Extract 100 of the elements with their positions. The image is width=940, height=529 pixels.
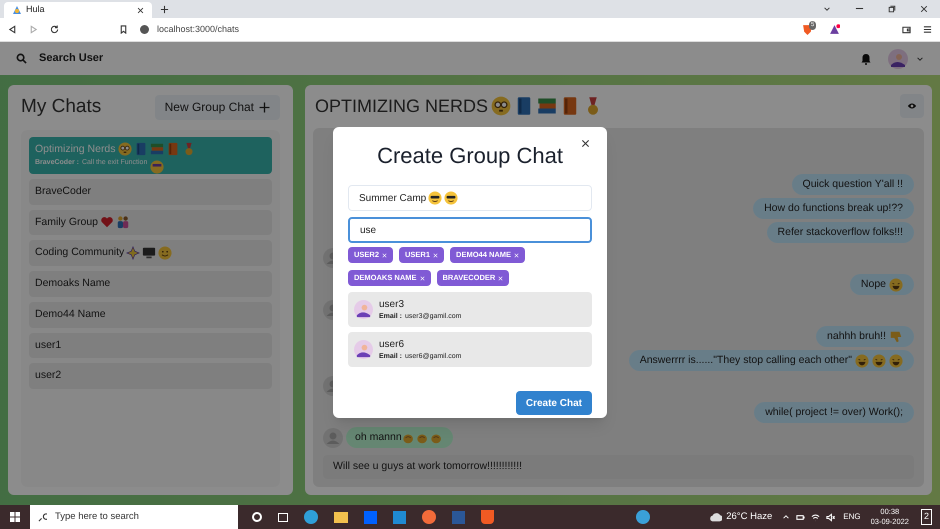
search-user-button[interactable]: Search User [39,50,104,67]
chat-name: Family Group [35,214,98,230]
browser-tab[interactable]: Hula [4,2,152,18]
chat-name: BraveCoder [35,184,92,199]
books-icon [150,142,164,156]
face-icon [158,246,172,260]
url-text: localhost:3000/chats [157,22,240,36]
face-icon [855,354,869,368]
bird-logo-icon [12,5,22,15]
create-chat-button[interactable]: Create Chat [516,391,592,415]
windows-logo-icon[interactable] [10,512,20,522]
face-icon [428,191,442,205]
message-text: Refer stackoverflow folks!!! [778,224,903,240]
chat-name: Optimizing Nerds [35,142,116,156]
wifi-icon[interactable] [811,512,820,522]
chat-item[interactable]: Coding Community [29,240,272,266]
browser-app-icon[interactable] [304,510,318,524]
message-text: Nope [860,276,886,292]
chat-item[interactable]: user2 [29,363,272,389]
computer-icon [142,246,156,260]
task-view-icon[interactable] [278,512,288,522]
notification-badge[interactable]: 2 [920,509,932,525]
folder-icon[interactable] [334,512,348,522]
chevron-down-icon[interactable] [916,54,924,62]
tab-title: Hula [26,3,46,16]
remove-icon[interactable] [498,276,504,280]
chat-name: user2 [35,368,62,384]
weather-text: 26°C Haze [726,510,772,524]
chat-item[interactable]: user1 [29,332,272,358]
sparkle-icon [126,246,140,260]
speaker-icon[interactable] [826,512,836,522]
books-icon [537,96,558,116]
chat-item[interactable]: Family Group [29,210,272,236]
wallet-icon[interactable] [902,25,911,34]
chat-item[interactable]: Demo44 Name [29,302,272,328]
face-icon [889,278,903,292]
chat-name: Demo44 Name [35,306,106,322]
lion-app-icon[interactable] [481,510,494,524]
chat-item[interactable]: Demoaks Name [29,271,272,297]
close-icon[interactable] [581,139,590,148]
search-placeholder: Type here to search [55,510,139,524]
message-text: Quick question Y'all !! [802,176,903,192]
plus-icon [259,102,270,113]
chat-title: OPTIMIZING NERDS [315,94,488,118]
menu-icon[interactable] [923,25,932,34]
chat-name: Coding Community [35,245,124,260]
back-icon[interactable] [8,25,17,34]
taskbar-search-field[interactable]: Type here to search [30,505,238,529]
triangle-icon[interactable] [829,24,840,35]
message-text: while( project != over) Work(); [765,404,903,420]
new-tab-icon[interactable] [160,5,169,14]
face-icon [491,96,512,116]
chat-name-field[interactable]: Summer Camp [348,185,592,211]
message-text: How do functions break up!?? [764,200,903,216]
thumbs-down-icon [889,330,903,344]
avatar-icon [354,340,373,359]
info-icon [140,25,149,34]
face-icon [150,160,164,174]
eye-icon [907,101,917,111]
remove-icon[interactable] [382,252,388,258]
book-icon [166,142,180,156]
avatar-icon [888,48,908,68]
panel-title: My Chats [21,95,102,119]
message-text: Answerrrr is......"They stop calling each other" [640,352,852,368]
help-icon[interactable] [636,510,650,524]
battery-icon[interactable] [796,512,806,522]
avatar-icon [354,300,373,319]
user-name: user6 [379,338,406,352]
chat-item[interactable]: BraveCoder [29,178,272,204]
face-icon [872,354,886,368]
face-icon [444,191,458,205]
message-text: nahhh bruh!! [827,328,886,344]
user-avatar-icon [323,428,343,448]
view-button[interactable] [900,94,924,118]
field-value: Summer Camp [359,192,426,206]
chevron-up-icon[interactable] [782,513,790,521]
heart-icon [100,215,114,230]
face-icon [889,354,903,368]
language-text: ENG [843,511,861,523]
message-input[interactable]: Will see u guys at work tomorrow!!!!!!!!!!!! [323,455,914,479]
close-icon[interactable] [137,6,144,14]
book-icon [134,142,148,156]
remove-icon[interactable] [433,252,438,258]
bell-icon[interactable] [860,52,872,64]
new-group-chat-button[interactable]: New Group Chat [154,94,280,120]
remove-icon[interactable] [420,276,425,280]
code-editor-icon[interactable] [393,510,406,524]
modal-title: Create Group Chat [377,142,563,170]
chat-name: Demoaks Name [35,276,110,291]
chevron-down-icon[interactable] [823,5,831,13]
face-icon [118,142,132,156]
close-window-icon[interactable] [920,5,928,13]
box-app-icon[interactable] [364,510,377,524]
add-users-field[interactable]: use [348,217,592,243]
reload-icon[interactable] [50,25,59,34]
bookmark-icon[interactable] [119,25,128,34]
cloud-icon [710,511,722,523]
remove-icon[interactable] [514,252,520,258]
user-name: user3 [379,298,406,312]
restore-icon[interactable] [888,5,896,13]
